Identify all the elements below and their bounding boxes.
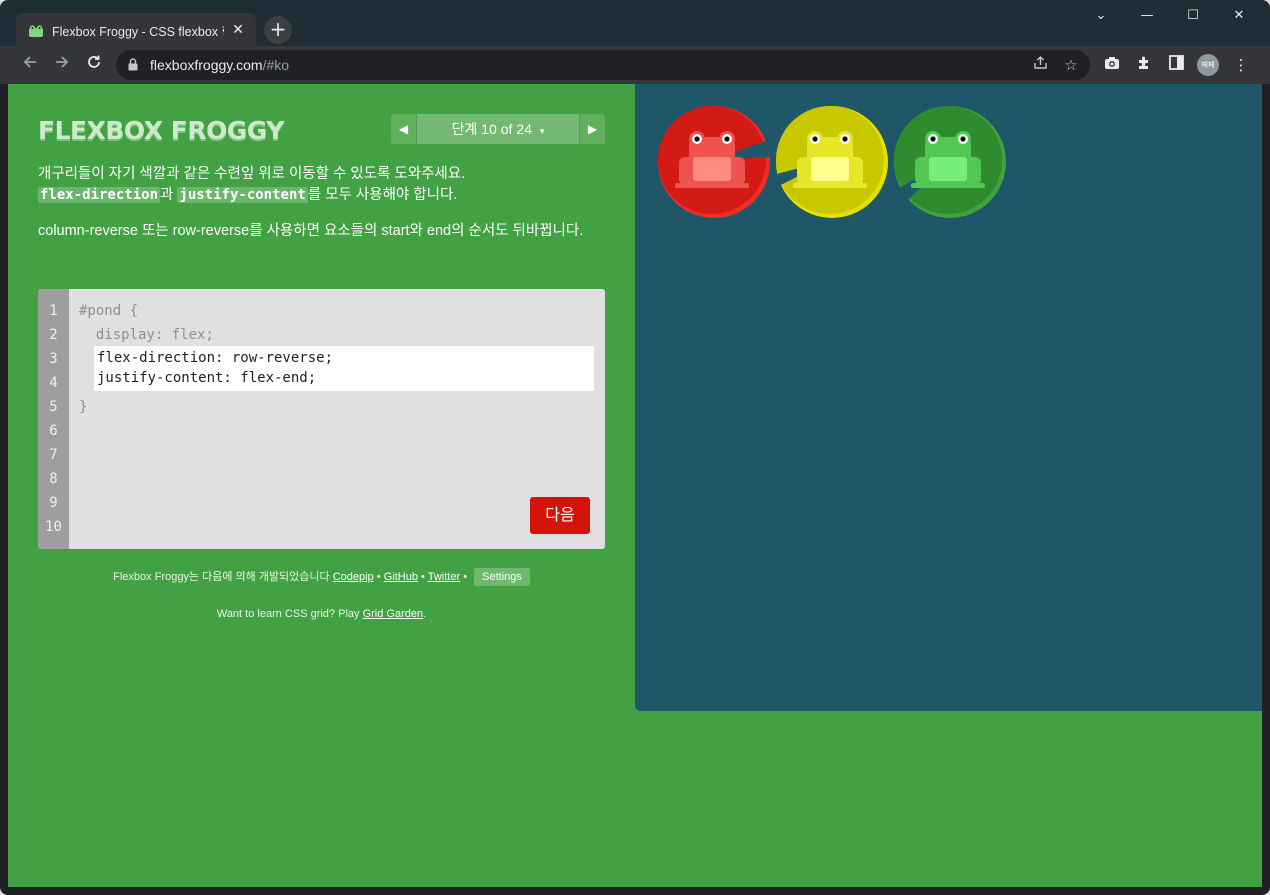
- frog-feet: [793, 183, 867, 188]
- browser-window: Flexbox Froggy - CSS flexbox 학 ✕ + ⌄ — ☐…: [0, 0, 1270, 895]
- line-number: 3: [49, 351, 58, 367]
- frog-pupil-right: [842, 136, 848, 142]
- frog-pupil-left: [694, 136, 700, 142]
- address-bar[interactable]: flexboxfroggy.com/#ko ☆: [116, 50, 1090, 80]
- code-input-textarea[interactable]: flex-direction: row-reverse; justify-con…: [94, 346, 594, 391]
- line-number: 2: [49, 327, 58, 343]
- frog-belly: [929, 157, 967, 181]
- minimize-button[interactable]: —: [1124, 0, 1170, 32]
- line-number: 10: [45, 519, 62, 535]
- maximize-button[interactable]: ☐: [1170, 0, 1216, 32]
- next-level-arrow-button[interactable]: ▶: [579, 114, 605, 144]
- pond-board: [635, 84, 1262, 711]
- url-text[interactable]: flexboxfroggy.com/#ko: [150, 50, 289, 80]
- justify-content-code: justify-content: [177, 187, 308, 203]
- code-line: #pond {: [79, 303, 139, 319]
- reload-button[interactable]: [80, 51, 108, 79]
- frog-pupil-left: [930, 136, 936, 142]
- frog-pupil-right: [724, 136, 730, 142]
- bookmark-star-icon[interactable]: ☆: [1061, 55, 1081, 75]
- line-number: 6: [49, 423, 58, 439]
- tab-title: Flexbox Froggy - CSS flexbox 학: [52, 24, 224, 39]
- side-panel-icon[interactable]: [1166, 55, 1186, 75]
- frog-favicon-icon: [28, 23, 44, 37]
- page-viewport: FLEXBOX FROGGY ◀ 단계 10 of 24 ▾ ▶ 개구리들이 자기…: [8, 84, 1262, 887]
- frog-pupil-right: [960, 136, 966, 142]
- green-lilypad-with-frog: [891, 106, 1006, 218]
- reload-icon: [88, 55, 100, 68]
- browser-tab[interactable]: Flexbox Froggy - CSS flexbox 학 ✕: [16, 13, 256, 47]
- game-sidebar: FLEXBOX FROGGY ◀ 단계 10 of 24 ▾ ▶ 개구리들이 자기…: [8, 84, 635, 887]
- frog-pupil-left: [812, 136, 818, 142]
- frog-feet: [911, 183, 985, 188]
- line-number: 4: [49, 375, 58, 391]
- tab-close-icon[interactable]: ✕: [230, 22, 246, 38]
- frog-belly: [811, 157, 849, 181]
- level-dropdown-caret-icon: ▾: [539, 126, 545, 136]
- credits-footer: Flexbox Froggy는 다음에 의해 개발되었습니다 Codepip •…: [8, 568, 635, 586]
- line-number: 5: [49, 399, 58, 415]
- browser-toolbar: flexboxfroggy.com/#ko ☆ 페페 ⋮: [0, 46, 1270, 84]
- camera-extension-icon[interactable]: [1102, 55, 1122, 75]
- red-lilypad-with-frog: [658, 106, 771, 218]
- code-line: display: flex;: [79, 327, 214, 343]
- back-arrow-icon: [23, 56, 36, 68]
- code-line: }: [79, 399, 88, 415]
- forward-button[interactable]: [48, 51, 76, 79]
- code-input-line: justify-content: flex-end;: [97, 370, 317, 386]
- line-number: 1: [49, 303, 58, 319]
- back-button[interactable]: [16, 51, 44, 79]
- extensions-puzzle-icon[interactable]: [1134, 55, 1154, 75]
- instruction-paragraph-1: 개구리들이 자기 색깔과 같은 수련잎 위로 이동할 수 있도록 도와주세요. …: [38, 166, 466, 203]
- profile-avatar[interactable]: 페페: [1197, 54, 1219, 76]
- level-navigator: ◀ 단계 10 of 24 ▾ ▶: [391, 114, 605, 144]
- level-instructions: 개구리들이 자기 색깔과 같은 수련잎 위로 이동할 수 있도록 도와주세요. …: [38, 164, 608, 257]
- frog-feet: [675, 183, 749, 188]
- grid-garden-link[interactable]: Grid Garden: [363, 608, 424, 620]
- line-number: 9: [49, 495, 58, 511]
- next-level-button[interactable]: 다음: [530, 497, 590, 534]
- github-link[interactable]: GitHub: [384, 571, 418, 583]
- yellow-lilypad-with-frog: [773, 106, 888, 218]
- new-tab-button[interactable]: +: [264, 16, 292, 44]
- line-number: 7: [49, 447, 58, 463]
- frog-belly: [693, 157, 731, 181]
- css-editor: 1 2 3 4 5 6 7 8 9 10 #pond { display: fl…: [38, 289, 605, 549]
- tab-strip: Flexbox Froggy - CSS flexbox 학 ✕ + ⌄ — ☐…: [0, 0, 1270, 47]
- lock-icon: [128, 58, 138, 71]
- flex-direction-code: flex-direction: [38, 187, 161, 203]
- previous-level-button[interactable]: ◀: [391, 114, 417, 144]
- tab-search-icon[interactable]: ⌄: [1078, 0, 1124, 32]
- menu-kebab-icon[interactable]: ⋮: [1231, 55, 1251, 75]
- grid-garden-promo: Want to learn CSS grid? Play Grid Garden…: [216, 608, 427, 620]
- twitter-link[interactable]: Twitter: [428, 571, 460, 583]
- close-window-button[interactable]: ✕: [1216, 0, 1262, 32]
- game-logo: FLEXBOX FROGGY: [38, 116, 284, 145]
- settings-button[interactable]: Settings: [474, 568, 530, 586]
- forward-arrow-icon: [56, 56, 69, 68]
- codepip-link[interactable]: Codepip: [333, 571, 374, 583]
- share-icon[interactable]: [1030, 55, 1050, 75]
- level-indicator[interactable]: 단계 10 of 24 ▾: [417, 114, 579, 144]
- line-number-gutter: 1 2 3 4 5 6 7 8 9 10: [38, 289, 69, 549]
- code-input-line: flex-direction: row-reverse;: [97, 350, 334, 366]
- instruction-paragraph-2: column-reverse 또는 row-reverse를 사용하면 요소들의…: [38, 223, 584, 239]
- line-number: 8: [49, 471, 58, 487]
